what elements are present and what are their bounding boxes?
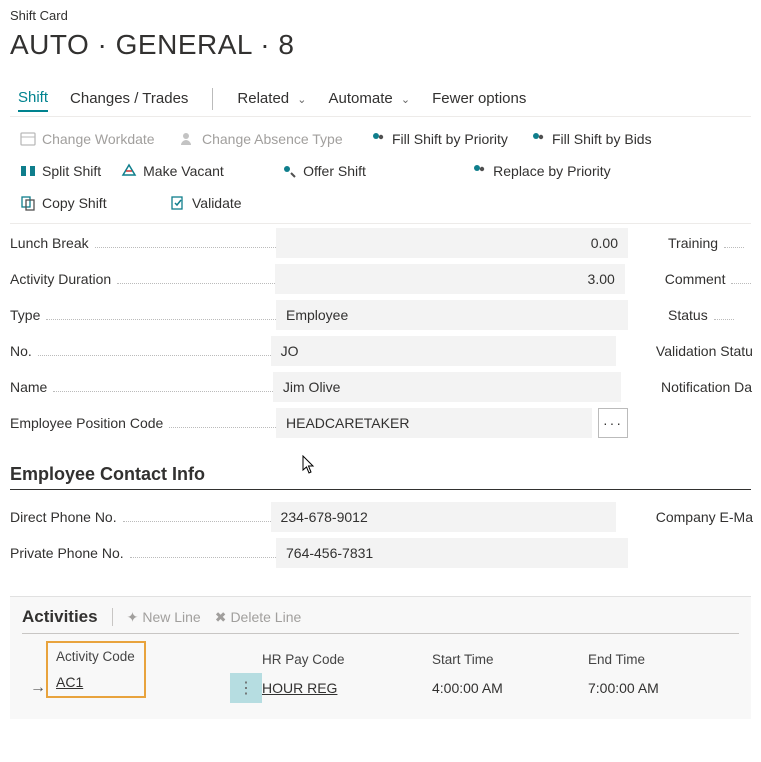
tab-related[interactable]: Related ⌄ <box>237 86 306 111</box>
lookup-button[interactable]: ··· <box>598 408 628 438</box>
label-activity-duration: Activity Duration <box>10 271 111 287</box>
page-context: Shift Card <box>10 8 751 23</box>
label-direct-phone: Direct Phone No. <box>10 509 117 525</box>
action-replace-priority[interactable]: Replace by Priority <box>461 155 621 187</box>
label-name: Name <box>10 379 47 395</box>
tab-fewer-options[interactable]: Fewer options <box>432 86 526 111</box>
delete-line-label: Delete Line <box>230 609 301 625</box>
action-change-absence-type[interactable]: Change Absence Type <box>170 123 360 155</box>
split-icon <box>20 163 36 179</box>
label-position-code: Employee Position Code <box>10 415 163 431</box>
label-training: Training <box>668 235 718 251</box>
new-line-button[interactable]: ✦ New Line <box>127 609 201 626</box>
label-dots <box>130 557 276 558</box>
label-notification-date: Notification Da <box>661 379 752 395</box>
action-split-shift[interactable]: Split Shift <box>10 155 111 187</box>
person-swap-icon <box>180 131 196 147</box>
tab-automate[interactable]: Automate ⌄ <box>329 86 411 111</box>
field-private-phone[interactable]: 764-456-7831 <box>276 538 628 568</box>
label-status: Status <box>668 307 708 323</box>
people-icon <box>530 131 546 147</box>
cell-start-time[interactable]: 4:00:00 AM <box>432 680 588 696</box>
activity-code-highlight: Activity Code AC1 <box>46 641 146 698</box>
chevron-down-icon: ⌄ <box>297 94 306 106</box>
action-label: Offer Shift <box>303 163 366 179</box>
delete-line-button[interactable]: ✖ Delete Line <box>215 609 302 626</box>
action-fill-shift-priority[interactable]: Fill Shift by Priority <box>360 123 520 155</box>
action-label: Make Vacant <box>143 163 224 179</box>
action-label: Replace by Priority <box>493 163 611 179</box>
new-line-icon: ✦ <box>127 609 139 626</box>
tab-automate-label: Automate <box>329 90 393 107</box>
label-dots <box>38 355 271 356</box>
action-copy-shift[interactable]: Copy Shift <box>10 187 160 219</box>
label-dots <box>714 319 734 320</box>
action-label: Change Absence Type <box>202 131 343 147</box>
vacant-icon <box>121 163 137 179</box>
action-validate[interactable]: Validate <box>160 187 252 219</box>
field-direct-phone[interactable]: 234-678-9012 <box>271 502 616 532</box>
field-type[interactable]: Employee <box>276 300 628 330</box>
field-lunch-break[interactable]: 0.00 <box>276 228 628 258</box>
action-offer-shift[interactable]: Offer Shift <box>271 155 461 187</box>
label-dots <box>731 283 751 284</box>
label-private-phone: Private Phone No. <box>10 545 124 561</box>
tab-related-label: Related <box>237 90 289 107</box>
tab-shift[interactable]: Shift <box>18 85 48 112</box>
copy-icon <box>20 195 36 211</box>
field-position-code[interactable]: HEADCARETAKER <box>276 408 592 438</box>
action-label: Copy Shift <box>42 195 107 211</box>
action-fill-shift-bids[interactable]: Fill Shift by Bids <box>520 123 670 155</box>
calendar-icon <box>20 131 36 147</box>
label-type: Type <box>10 307 40 323</box>
tab-changes-trades[interactable]: Changes / Trades <box>70 86 188 111</box>
hr-pay-code-link[interactable]: HOUR REG <box>262 680 337 696</box>
field-activity-duration[interactable]: 3.00 <box>275 264 625 294</box>
action-label: Fill Shift by Priority <box>392 131 508 147</box>
action-label: Validate <box>192 195 242 211</box>
label-dots <box>123 521 271 522</box>
label-dots <box>169 427 276 428</box>
people-icon <box>471 163 487 179</box>
col-activity-code[interactable]: Activity Code <box>56 649 136 664</box>
new-line-label: New Line <box>142 609 200 625</box>
people-icon <box>370 131 386 147</box>
label-lunch-break: Lunch Break <box>10 235 89 251</box>
label-validation-status: Validation Statu <box>656 343 753 359</box>
label-dots <box>95 247 276 248</box>
label-dots <box>46 319 276 320</box>
label-company-email: Company E-Ma <box>656 509 753 525</box>
col-hr-pay-code[interactable]: HR Pay Code <box>262 652 432 667</box>
action-label: Split Shift <box>42 163 101 179</box>
action-label: Fill Shift by Bids <box>552 131 652 147</box>
cell-end-time[interactable]: 7:00:00 AM <box>588 680 708 696</box>
section-employee-contact-info[interactable]: Employee Contact Info <box>10 464 751 490</box>
field-no[interactable]: JO <box>271 336 616 366</box>
action-make-vacant[interactable]: Make Vacant <box>111 155 271 187</box>
delete-line-icon: ✖ <box>215 609 227 626</box>
activities-title[interactable]: Activities <box>22 607 98 627</box>
chevron-down-icon: ⌄ <box>401 94 410 106</box>
validate-icon <box>170 195 186 211</box>
label-dots <box>724 247 744 248</box>
table-row[interactable]: → Activity Code AC1 ⋮ HOUR REG 4:00:00 A… <box>22 673 739 703</box>
tabs-row: Shift Changes / Trades Related ⌄ Automat… <box>10 85 751 117</box>
tab-divider <box>212 88 213 110</box>
activities-panel: Activities ✦ New Line ✖ Delete Line HR P… <box>10 596 751 719</box>
action-label: Change Workdate <box>42 131 155 147</box>
label-no: No. <box>10 343 32 359</box>
page-title: AUTO · GENERAL · 8 <box>10 29 751 61</box>
action-change-workdate[interactable]: Change Workdate <box>10 123 170 155</box>
field-name[interactable]: Jim Olive <box>273 372 621 402</box>
col-end-time[interactable]: End Time <box>588 652 708 667</box>
row-actions-handle[interactable]: ⋮ <box>230 673 262 703</box>
col-start-time[interactable]: Start Time <box>432 652 588 667</box>
actions-row: Change Workdate Change Absence Type Fill… <box>10 117 751 224</box>
offer-icon <box>281 163 297 179</box>
label-comment: Comment <box>665 271 726 287</box>
label-dots <box>53 391 273 392</box>
label-dots <box>117 283 274 284</box>
activity-code-link[interactable]: AC1 <box>56 674 83 690</box>
